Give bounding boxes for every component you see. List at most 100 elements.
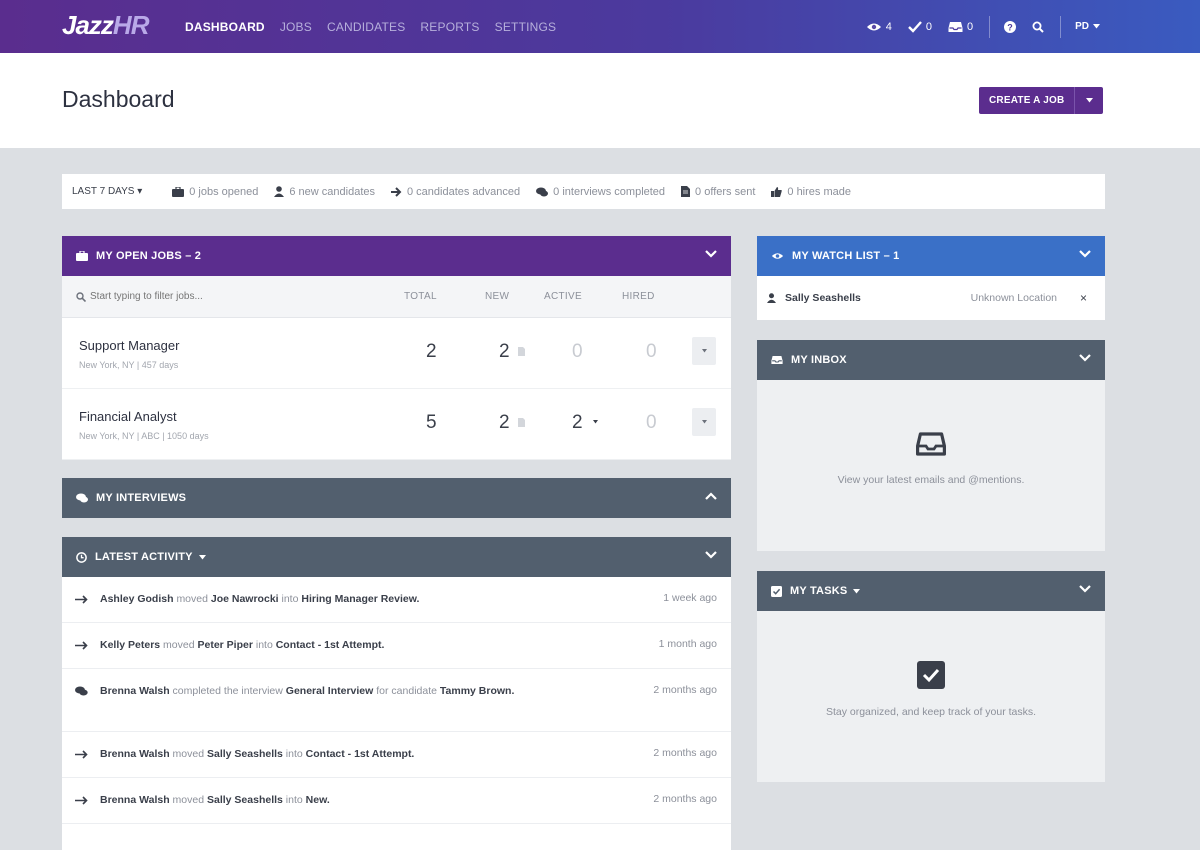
job-name[interactable]: Financial Analyst [79, 409, 177, 424]
job-hired[interactable]: 0 [646, 341, 657, 363]
activity-text: Brenna Walsh completed the interview Gen… [100, 683, 540, 700]
activity-actor[interactable]: Kelly Peters [100, 639, 160, 651]
chevron-up-icon[interactable] [705, 491, 717, 503]
toolbar-divider [989, 15, 991, 38]
inbox-icon [916, 432, 946, 456]
activity-item: Ashley Godish moved Joe Nawrocki into Hi… [62, 577, 731, 623]
activity-text: Brenna Walsh moved Sally Seashells into … [100, 746, 550, 763]
document-icon [681, 186, 691, 197]
inbox-title: MY INBOX [791, 354, 847, 366]
arrow-right-icon [75, 750, 88, 759]
svg-text:?: ? [1007, 22, 1013, 32]
interviews-header[interactable]: MY INTERVIEWS [62, 478, 731, 518]
activity-subject[interactable]: Peter Piper [197, 639, 252, 651]
nav-dashboard[interactable]: DASHBOARD [185, 20, 265, 34]
create-job-group: CREATE A JOB [979, 87, 1104, 114]
activity-actor[interactable]: Brenna Walsh [100, 748, 170, 760]
activity-prep: for candidate [376, 685, 437, 697]
user-menu[interactable]: PD [1075, 21, 1100, 32]
watch-list-title: MY WATCH LIST – 1 [792, 250, 900, 262]
nav-candidates[interactable]: CANDIDATES [327, 20, 405, 34]
activity-subject[interactable]: Sally Seashells [207, 748, 283, 760]
help-button[interactable]: ? [1004, 20, 1017, 33]
tasks-title[interactable]: MY TASKS [790, 585, 847, 597]
chevron-down-icon[interactable] [1079, 584, 1091, 596]
watch-list-header: MY WATCH LIST – 1 [757, 236, 1105, 276]
activity-item: Kelly Peters moved Peter Piper into Cont… [62, 623, 731, 669]
arrow-right-icon [391, 186, 402, 197]
watch-list-panel: MY WATCH LIST – 1 Sally Seashells Unknow… [757, 236, 1105, 320]
inbox-toggle[interactable]: 0 [948, 21, 973, 33]
nav-settings[interactable]: SETTINGS [495, 20, 557, 34]
activity-subject[interactable]: General Interview [286, 685, 374, 697]
activity-actor[interactable]: Brenna Walsh [100, 685, 170, 697]
nav-jobs[interactable]: JOBS [280, 20, 312, 34]
stat-new-candidates: 6 new candidates [274, 186, 375, 198]
job-active[interactable]: 2 [572, 412, 583, 434]
job-hired[interactable]: 0 [646, 412, 657, 434]
clock-icon [76, 551, 87, 563]
inbox-icon [948, 21, 963, 32]
activity-item: Brenna Walsh moved Sally Seashells into … [62, 778, 731, 824]
job-new[interactable]: 2 [499, 412, 510, 434]
tasks-count: 0 [925, 20, 932, 33]
period-selector[interactable]: LAST 7 DAYS ▾ [72, 186, 142, 197]
arrow-right-icon [75, 796, 88, 805]
create-job-button[interactable]: CREATE A JOB [979, 87, 1074, 114]
activity-title[interactable]: LATEST ACTIVITY [95, 551, 193, 563]
caret-down-icon [1093, 24, 1100, 29]
job-total[interactable]: 5 [426, 412, 437, 434]
search-button[interactable] [1032, 21, 1044, 33]
activity-subject[interactable]: Sally Seashells [207, 794, 283, 806]
tasks-empty-state: Stay organized, and keep track of your t… [757, 611, 1105, 782]
chevron-down-icon[interactable] [1079, 249, 1091, 261]
toolbar-divider-2 [1060, 15, 1062, 38]
person-icon [274, 186, 285, 197]
activity-prep: into [285, 748, 303, 760]
activity-target: New. [305, 794, 330, 806]
chevron-down-icon[interactable] [705, 550, 717, 562]
remove-watch-button[interactable]: × [1080, 291, 1087, 305]
open-jobs-title: MY OPEN JOBS – 2 [96, 250, 202, 262]
chat-icon [75, 686, 88, 696]
activity-verb: moved [176, 593, 208, 605]
caret-down-icon[interactable] [853, 588, 861, 594]
caret-down-icon[interactable] [198, 554, 206, 560]
tasks-header: MY TASKS [757, 571, 1105, 611]
job-new[interactable]: 2 [499, 341, 510, 363]
arrow-right-icon [75, 595, 88, 604]
jobs-filter-input[interactable] [90, 291, 370, 302]
activity-target[interactable]: Tammy Brown. [440, 685, 514, 697]
job-row-menu-button[interactable] [692, 337, 716, 365]
activity-actor[interactable]: Brenna Walsh [100, 794, 170, 806]
chevron-down-icon[interactable] [705, 249, 717, 261]
create-job-dropdown[interactable] [1074, 87, 1103, 114]
search-icon [1032, 21, 1044, 33]
watch-list-toggle[interactable]: 4 [866, 21, 892, 33]
jobs-filter-row: TOTAL NEW ACTIVE HIRED [62, 276, 731, 318]
activity-prep: into [255, 639, 273, 651]
briefcase-icon [76, 251, 88, 261]
job-row-menu-button[interactable] [692, 408, 716, 436]
activity-subject[interactable]: Joe Nawrocki [211, 593, 279, 605]
thumbs-up-icon [771, 186, 783, 197]
nav-reports[interactable]: REPORTS [420, 20, 479, 34]
column-new: NEW [485, 291, 510, 302]
job-name[interactable]: Support Manager [79, 338, 179, 353]
activity-time: 1 week ago [663, 592, 717, 604]
tasks-panel: MY TASKS Stay organized, and keep track … [757, 571, 1105, 782]
watch-candidate-location: Unknown Location [970, 292, 1057, 304]
person-icon [767, 293, 776, 303]
job-active[interactable]: 0 [572, 341, 583, 363]
caret-down-icon [701, 420, 707, 424]
job-total[interactable]: 2 [426, 341, 437, 363]
activity-actor[interactable]: Ashley Godish [100, 593, 174, 605]
watch-candidate-name[interactable]: Sally Seashells [785, 292, 861, 304]
jazzhr-logo[interactable]: Jazz HR [62, 10, 149, 40]
interviews-title: MY INTERVIEWS [96, 492, 187, 504]
stat-text: 6 new candidates [289, 185, 375, 198]
activity-verb: completed the interview [172, 685, 283, 697]
tasks-toggle[interactable]: 0 [907, 20, 932, 33]
main-nav: DASHBOARD JOBS CANDIDATES REPORTS SETTIN… [185, 0, 556, 53]
chevron-down-icon[interactable] [1079, 353, 1091, 365]
